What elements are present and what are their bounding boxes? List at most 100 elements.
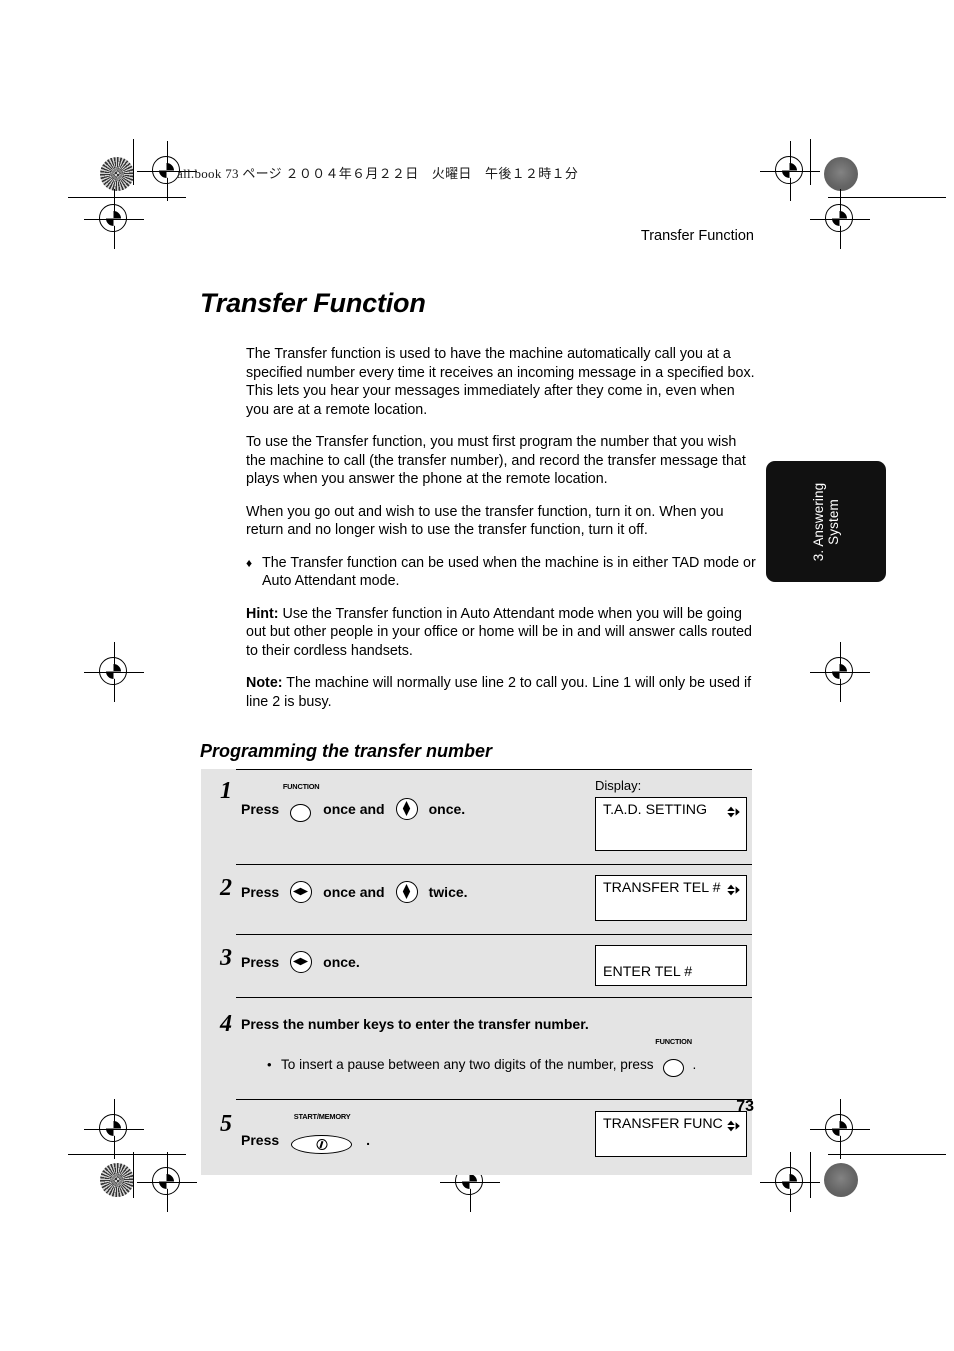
intro-body: The Transfer function is used to have th… [246,345,756,711]
start-memory-key-label: START/MEMORY [293,1112,351,1121]
trim-line-bottom-right-vertical [810,1152,811,1198]
trim-line-bottom-left-vertical [133,1152,134,1198]
paragraph-1: The Transfer function is used to have th… [246,346,755,418]
display-text-3: ENTER TEL # [603,964,693,980]
display-col-2: TRANSFER TEL # [595,875,752,921]
function-key-label: FUNCTION [655,1037,692,1046]
registration-dot-bottom-right [824,1163,858,1197]
display-scroll-arrows-icon [727,802,740,822]
start-symbol-icon [316,1139,328,1150]
registration-star-bottom-left [100,1163,134,1197]
registration-cross-lower-left [84,1099,144,1159]
step1-once-label: once. [428,801,466,817]
start-memory-key-icon[interactable]: START/MEMORY [291,1113,353,1156]
step2-once-and-label: once and [323,884,385,900]
step-row-3: 3 Press once. ENTER TEL # [201,934,752,997]
registration-cross-top-right-inner [760,141,820,201]
chapter-side-tab-label: 3. Answering System [811,482,841,561]
trim-line-upper-right-horizontal [828,197,946,198]
trim-line-top-right-vertical [810,139,811,185]
trim-line-lower-right-horizontal [828,1154,946,1155]
function-key-label: FUNCTION [282,782,320,791]
note-lead: Note: [246,675,283,691]
right-arrow-key-icon[interactable] [290,881,313,903]
registration-cross-mid-left [84,642,144,702]
step-row-1: 1 Press FUNCTION once and once. Display: [201,769,752,864]
step-body-2: Press once and twice. [241,875,595,903]
diamond-bullet-item: ♦ The Transfer function can be used when… [246,554,756,591]
paragraph-2: To use the Transfer function, you must f… [246,434,746,487]
registration-cross-lower-right [810,1099,870,1159]
registration-cross-bottom-right-inner [760,1152,820,1212]
display-caption: Display: [595,778,642,793]
trim-line-top-left-vertical [133,139,134,185]
page-number: 73 [736,1098,754,1115]
step-body-1: Press FUNCTION once and once. [241,778,595,824]
function-key-icon[interactable]: FUNCTION [655,1038,692,1079]
display-box-5: TRANSFER FUNC [595,1111,747,1157]
registration-cross-upper-left [84,189,144,249]
registration-cross-mid-right [810,642,870,702]
hint-lead: Hint: [246,605,279,622]
hint-text: Use the Transfer function in Auto Attend… [246,605,752,659]
step-number-2: 2 [220,875,232,901]
step-body-3: Press once. [241,945,595,973]
step-number-4: 4 [220,1011,232,1037]
step4-sub-bullet: • To insert a pause between any two digi… [267,1038,746,1079]
step5-period: . [366,1132,371,1148]
step5-press-label: Press [241,1132,280,1148]
right-arrow-key-icon[interactable] [290,951,313,973]
running-head: Transfer Function [640,228,754,244]
step-rule-5 [236,1099,752,1100]
round-bullet-icon: • [267,1056,272,1072]
step1-press-label: Press [241,801,280,817]
step-row-4: 4 Press the number keys to enter the tra… [201,997,752,1099]
display-col-5: TRANSFER FUNC [595,1111,752,1157]
note-paragraph: Note: The machine will normally use line… [246,674,756,711]
step-row-2: 2 Press once and twice. TRANSFER TEL # [201,864,752,934]
display-col-3: ENTER TEL # [595,945,752,986]
diamond-bullet-text: The Transfer function can be used when t… [262,554,756,590]
file-slug-line: all.book 73 ページ ２００４年６月２２日 火曜日 午後１２時１分 [177,166,579,181]
display-scroll-arrows-icon [727,880,740,900]
subsection-title: Programming the transfer number [200,741,493,761]
step4-sub-text: To insert a pause between any two digits… [281,1056,654,1072]
registration-star-top-left [100,157,134,191]
step2-twice-label: twice. [428,884,468,900]
down-arrow-key-icon[interactable] [395,881,418,903]
page-title: Transfer Function [200,288,426,318]
function-key-icon[interactable]: FUNCTION [283,783,320,824]
diamond-bullet-icon: ♦ [246,555,253,570]
step3-once-label: once. [323,954,360,970]
display-text-5: TRANSFER FUNC [603,1116,723,1132]
display-box-1: T.A.D. SETTING [595,797,747,851]
display-box-2: TRANSFER TEL # [595,875,747,921]
step-row-5: 5 Press START/MEMORY . TRANSFER FUNC [201,1099,752,1175]
step-number-3: 3 [220,945,232,971]
step3-press-label: Press [241,954,280,970]
step1-once-and-label: once and [323,801,385,817]
step-number-1: 1 [220,778,232,804]
note-text: The machine will normally use line 2 to … [246,675,752,710]
down-arrow-key-icon[interactable] [395,798,418,820]
procedure-step-table: 1 Press FUNCTION once and once. Display: [201,769,752,1175]
display-col-1: Display: T.A.D. SETTING [595,778,752,851]
step-rule-top [236,769,752,770]
step-body-5: Press START/MEMORY . [241,1111,595,1156]
step-rule-4 [236,997,752,998]
registration-cross-upper-right [810,189,870,249]
step-rule-3 [236,934,752,935]
step-number-5: 5 [220,1111,232,1137]
hint-paragraph: Hint: Use the Transfer function in Auto … [246,605,756,661]
paragraph-3: When you go out and wish to use the tran… [246,503,724,539]
main-content: Transfer Function The Transfer function … [200,288,756,813]
step-body-4: Press the number keys to enter the trans… [241,1011,752,1079]
step4-sub-period: . [692,1056,697,1072]
step-rule-2 [236,864,752,865]
display-text-2: TRANSFER TEL # [603,880,721,896]
registration-cross-bottom-left-inner [137,1152,197,1212]
display-box-3: ENTER TEL # [595,945,747,986]
registration-dot-top-right [824,157,858,191]
trim-line-upper-left-horizontal [68,197,186,198]
step2-press-label: Press [241,884,280,900]
